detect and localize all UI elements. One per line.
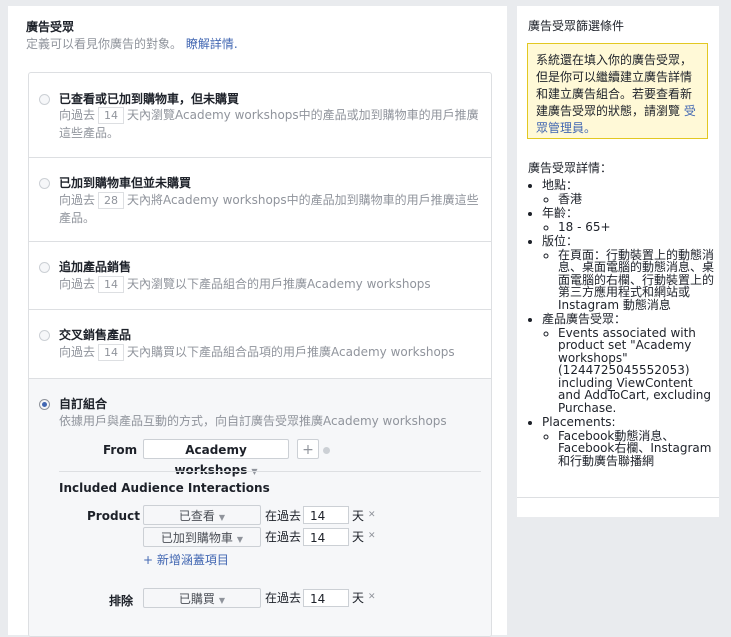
- add-filter-button[interactable]: +: [297, 439, 319, 459]
- days-input[interactable]: 14: [98, 344, 125, 361]
- product-set-dropdown[interactable]: Academy workshops ▼: [143, 439, 289, 477]
- days-unit: 天: [352, 530, 365, 544]
- included-heading: Included Audience Interactions: [59, 481, 270, 495]
- list-item: 香港: [558, 192, 718, 206]
- sidebar-title: 廣告受眾篩選條件: [528, 19, 625, 33]
- event-dropdown-purchased[interactable]: 已購買 ▼: [143, 588, 261, 608]
- product-label: Product: [87, 509, 140, 523]
- days-input[interactable]: 14: [303, 589, 349, 607]
- list-item: 產品廣告受眾： Events associated with product s…: [542, 313, 718, 414]
- in-past-label: 在過去: [265, 509, 302, 523]
- days-unit: 天: [352, 509, 365, 523]
- audience-filter-sidebar: 廣告受眾篩選條件 系統還在填入你的廣告受眾，但是你可以繼續建立廣告詳情和建立廣告…: [517, 6, 719, 517]
- list-item: 版位： 在頁面：行動裝置上的動態消息、桌面電腦的動態消息、桌面電腦的右欄、行動裝…: [542, 235, 718, 311]
- option-title: 已查看或已加到購物車，但未購買: [59, 92, 240, 106]
- list-item: 年齡： 18 - 65+: [542, 207, 718, 233]
- option-desc: 向過去 28 天內將Academy workshops中的產品加到購物車的用戶推廣這…: [59, 192, 479, 225]
- list-item: 在頁面：行動裝置上的動態消息、桌面電腦的動態消息、桌面電腦的右欄、行動裝置上的第…: [558, 248, 718, 312]
- in-past-label: 在過去: [265, 530, 302, 544]
- info-icon[interactable]: [323, 447, 330, 454]
- radio-button-selected[interactable]: [39, 399, 50, 410]
- option-custom-combination[interactable]: 自訂組合 依據用戶與產品互動的方式，向自訂廣告受眾推廣Academy works…: [29, 379, 491, 636]
- divider: [517, 497, 719, 498]
- list-item: 地點： 香港: [542, 179, 718, 205]
- in-past-label: 在過去: [265, 591, 302, 605]
- divider: [59, 471, 481, 472]
- option-added-not-purchased[interactable]: 已加到購物車但並未購買 向過去 28 天內將Academy workshops中的產…: [29, 158, 491, 242]
- option-desc: 依據用戶與產品互動的方式，向自訂廣告受眾推廣Academy workshops: [59, 414, 447, 428]
- days-input[interactable]: 14: [303, 506, 349, 524]
- chevron-down-icon: ▼: [218, 596, 226, 605]
- days-input[interactable]: 14: [303, 528, 349, 546]
- days-input[interactable]: 14: [98, 276, 125, 293]
- add-inclusion-link[interactable]: + 新增涵蓋項目: [143, 551, 229, 568]
- list-item: Facebook動態消息、Facebook右欄、Instagram和行動廣告聯播…: [558, 429, 718, 468]
- event-dropdown-added-to-cart[interactable]: 已加到購物車 ▼: [143, 527, 261, 547]
- details-title: 廣告受眾詳情：: [528, 161, 613, 175]
- from-label: From: [103, 443, 138, 457]
- option-title: 已加到購物車但並未購買: [59, 176, 192, 190]
- exclude-label: 排除: [109, 594, 134, 608]
- remove-icon[interactable]: ✕: [368, 531, 376, 541]
- option-desc: 向過去 14 天內購買以下產品組合品項的用戶推廣Academy workshops: [59, 344, 455, 361]
- remove-icon[interactable]: ✕: [368, 592, 376, 602]
- option-upsell[interactable]: 追加產品銷售 向過去 14 天內瀏覽以下產品組合的用戶推廣Academy works…: [29, 242, 491, 310]
- section-subtitle: 定義可以看見你廣告的對象。 瞭解詳情.: [26, 37, 238, 51]
- option-title: 自訂組合: [59, 397, 108, 411]
- days-input[interactable]: 14: [98, 107, 125, 124]
- audience-options: 已查看或已加到購物車，但未購買 向過去 14 天內瀏覽Academy worksho…: [28, 72, 492, 637]
- section-title: 廣告受眾: [26, 20, 75, 34]
- radio-button[interactable]: [39, 94, 50, 105]
- option-desc: 向過去 14 天內瀏覽以下產品組合的用戶推廣Academy workshops: [59, 276, 431, 293]
- radio-button[interactable]: [39, 330, 50, 341]
- learn-more-link[interactable]: 瞭解詳情.: [186, 37, 238, 51]
- days-unit: 天: [352, 591, 365, 605]
- radio-button[interactable]: [39, 262, 50, 273]
- days-input[interactable]: 28: [98, 192, 125, 209]
- remove-icon[interactable]: ✕: [368, 510, 376, 520]
- audience-panel: 廣告受眾 定義可以看見你廣告的對象。 瞭解詳情. 已查看或已加到購物車，但未購買…: [8, 6, 507, 637]
- list-item: Placements: Facebook動態消息、Facebook右欄、Inst…: [542, 416, 718, 467]
- option-title: 交叉銷售產品: [59, 328, 132, 342]
- event-dropdown-viewed[interactable]: 已查看 ▼: [143, 505, 261, 525]
- option-viewed-or-added[interactable]: 已查看或已加到購物車，但未購買 向過去 14 天內瀏覽Academy worksho…: [29, 73, 491, 158]
- chevron-down-icon: ▼: [236, 535, 244, 544]
- notice-box: 系統還在填入你的廣告受眾，但是你可以繼續建立廣告詳情和建立廣告組合。若要查看新建…: [527, 43, 708, 139]
- option-title: 追加產品銷售: [59, 260, 132, 274]
- option-desc: 向過去 14 天內瀏覽Academy workshops中的產品或加到購物車的用戶推…: [59, 107, 479, 140]
- list-item: 18 - 65+: [558, 220, 718, 234]
- option-cross-sell[interactable]: 交叉銷售產品 向過去 14 天內購買以下產品組合品項的用戶推廣Academy wor…: [29, 310, 491, 379]
- chevron-down-icon: ▼: [218, 513, 226, 522]
- radio-button[interactable]: [39, 178, 50, 189]
- audience-details-list: 地點： 香港 年齡： 18 - 65+ 版位： 在頁面：行動裝置上的動態消息、桌…: [528, 178, 718, 469]
- list-item: Events associated with product set "Acad…: [558, 326, 718, 415]
